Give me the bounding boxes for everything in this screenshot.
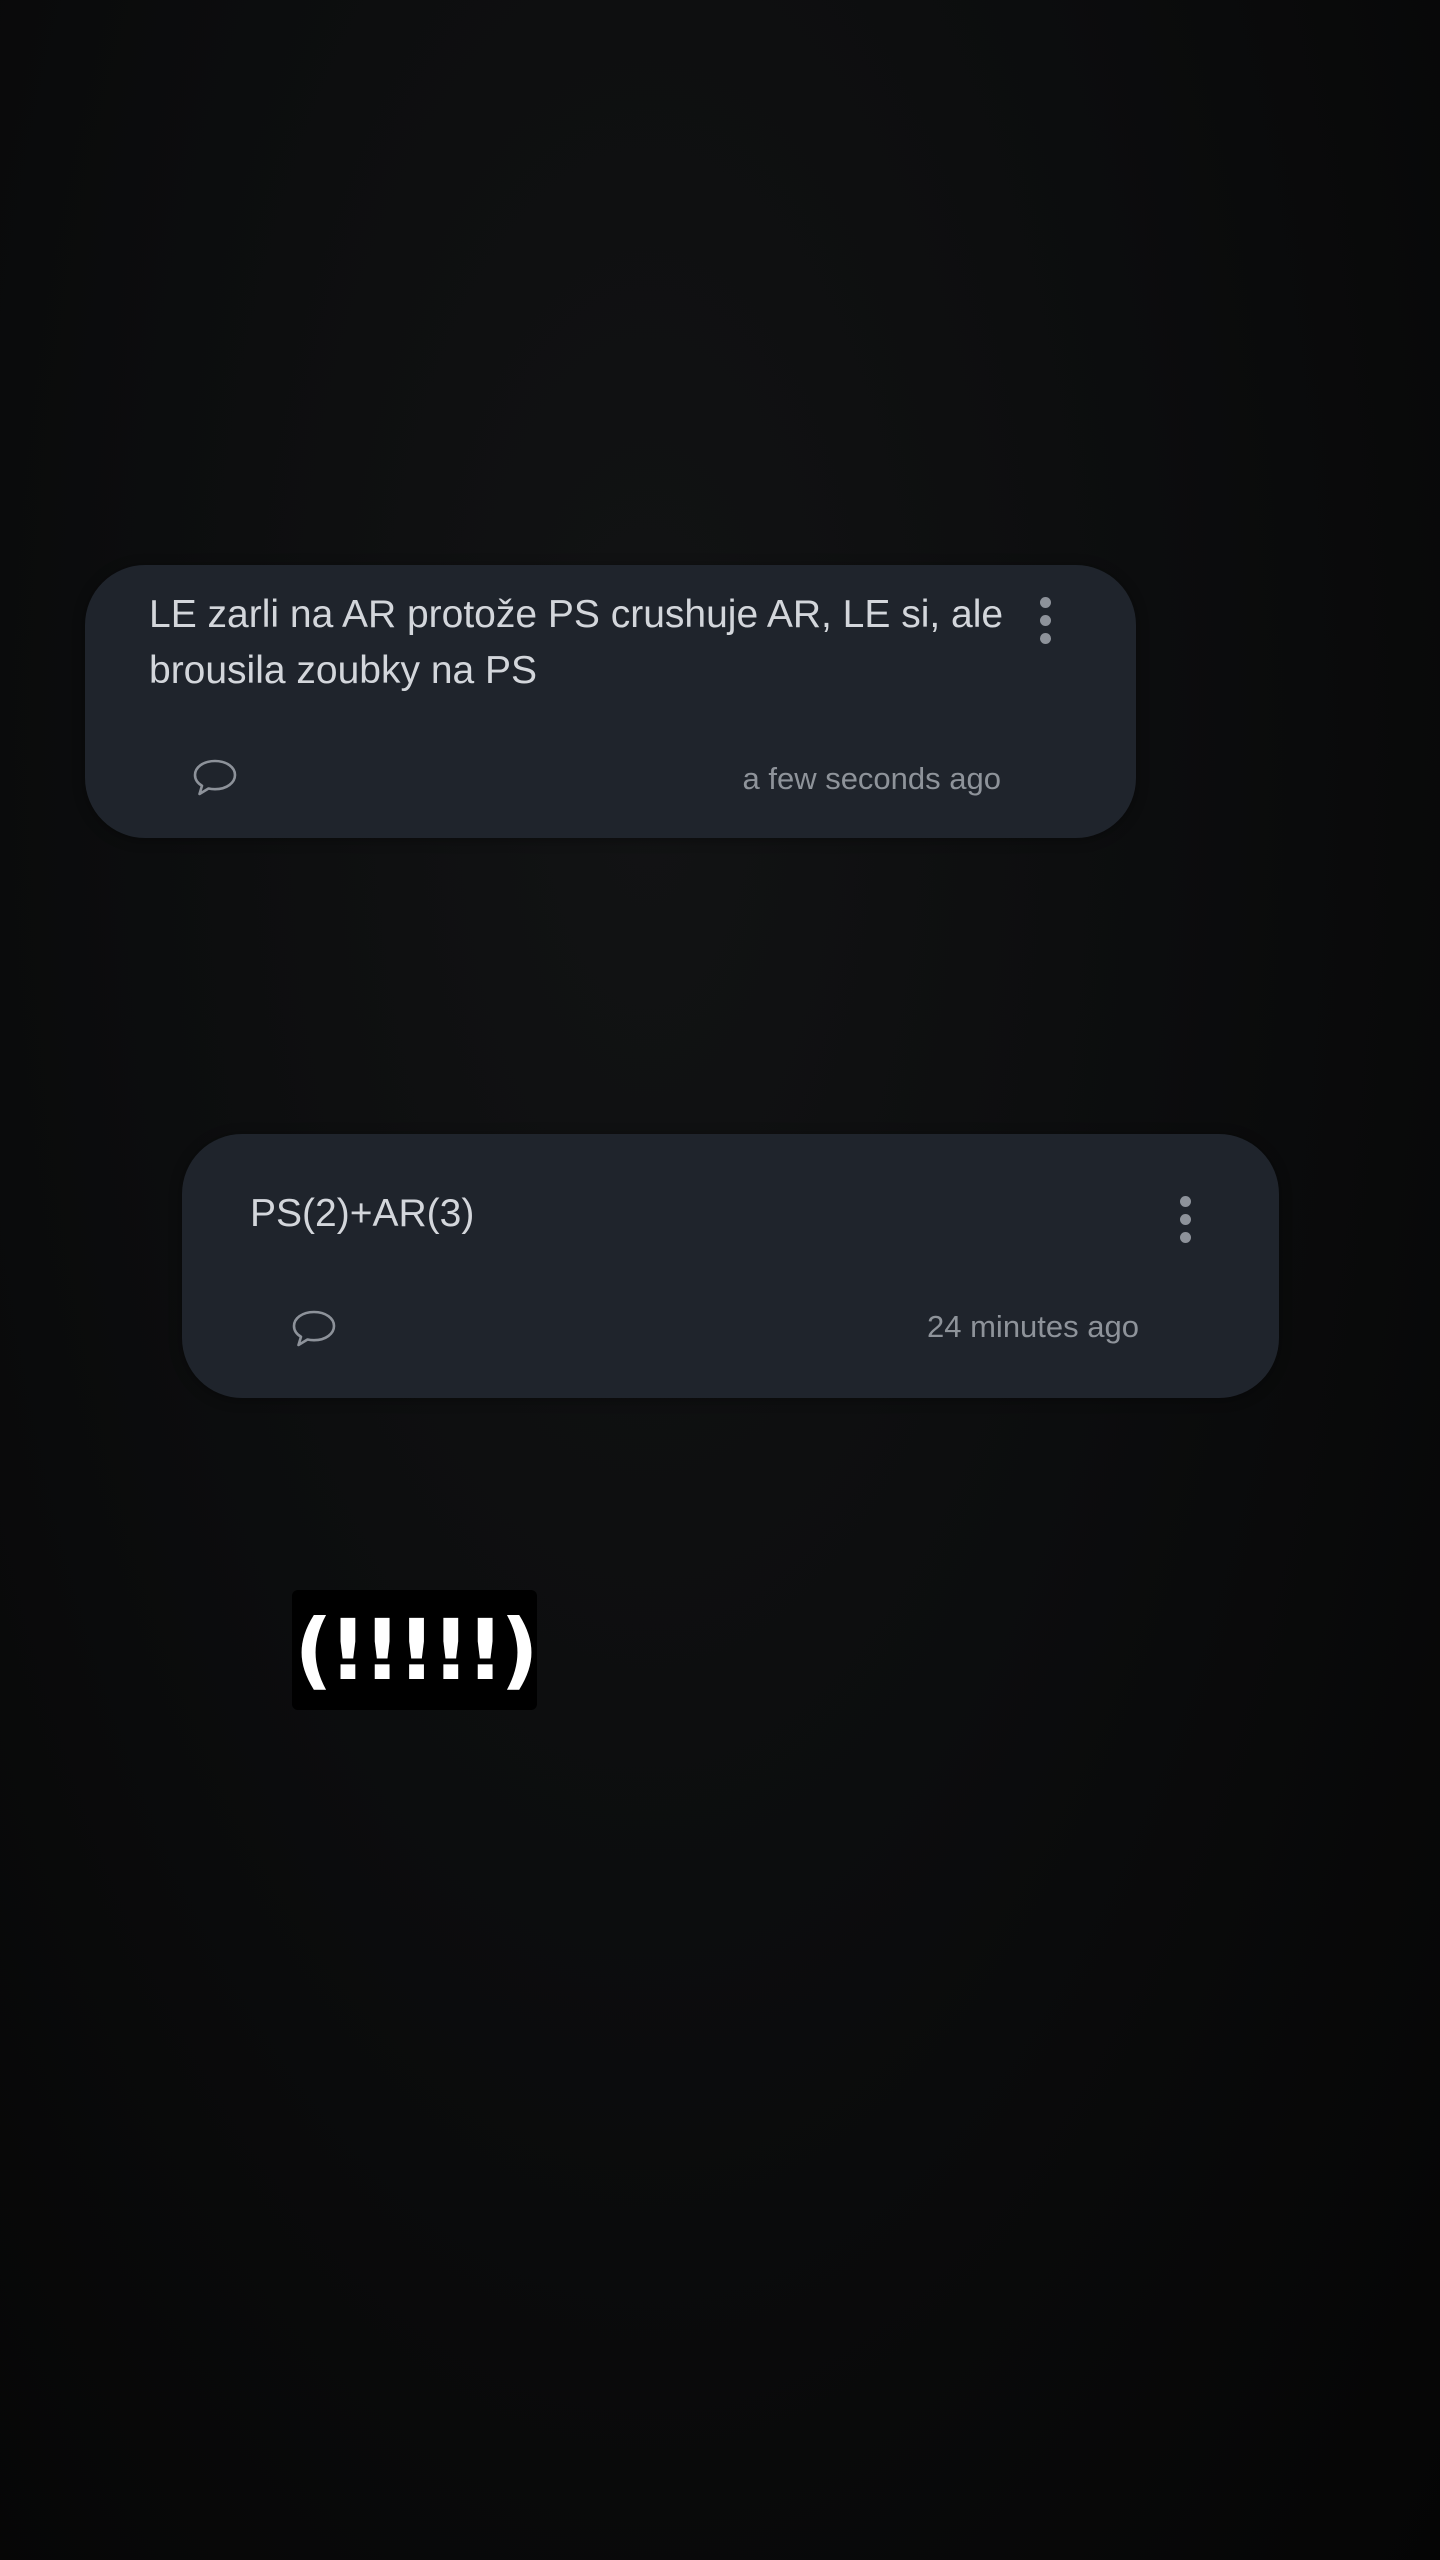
more-vert-icon[interactable] — [1165, 1184, 1205, 1254]
menu-dot — [1039, 596, 1051, 608]
menu-dot — [1039, 632, 1051, 644]
note-card[interactable]: LE zarli na AR protože PS crushuje AR, L… — [85, 565, 1136, 838]
menu-dot — [1179, 1231, 1191, 1243]
note-timestamp: a few seconds ago — [742, 761, 1001, 796]
menu-dot — [1179, 1213, 1191, 1225]
note-text: LE zarli na AR protože PS crushuje AR, L… — [149, 593, 1004, 692]
note-card[interactable]: PS(2)+AR(3) 24 minutes ago — [182, 1134, 1279, 1398]
note-timestamp: 24 minutes ago — [927, 1309, 1139, 1344]
more-vert-icon[interactable] — [1025, 585, 1065, 655]
menu-dot — [1179, 1195, 1191, 1207]
comment-icon[interactable] — [290, 1308, 338, 1350]
comment-icon[interactable] — [191, 757, 239, 799]
exclamation-sticker: (!!!!!) — [292, 1590, 539, 1710]
menu-dot — [1039, 614, 1051, 626]
note-text: PS(2)+AR(3) — [250, 1192, 475, 1235]
